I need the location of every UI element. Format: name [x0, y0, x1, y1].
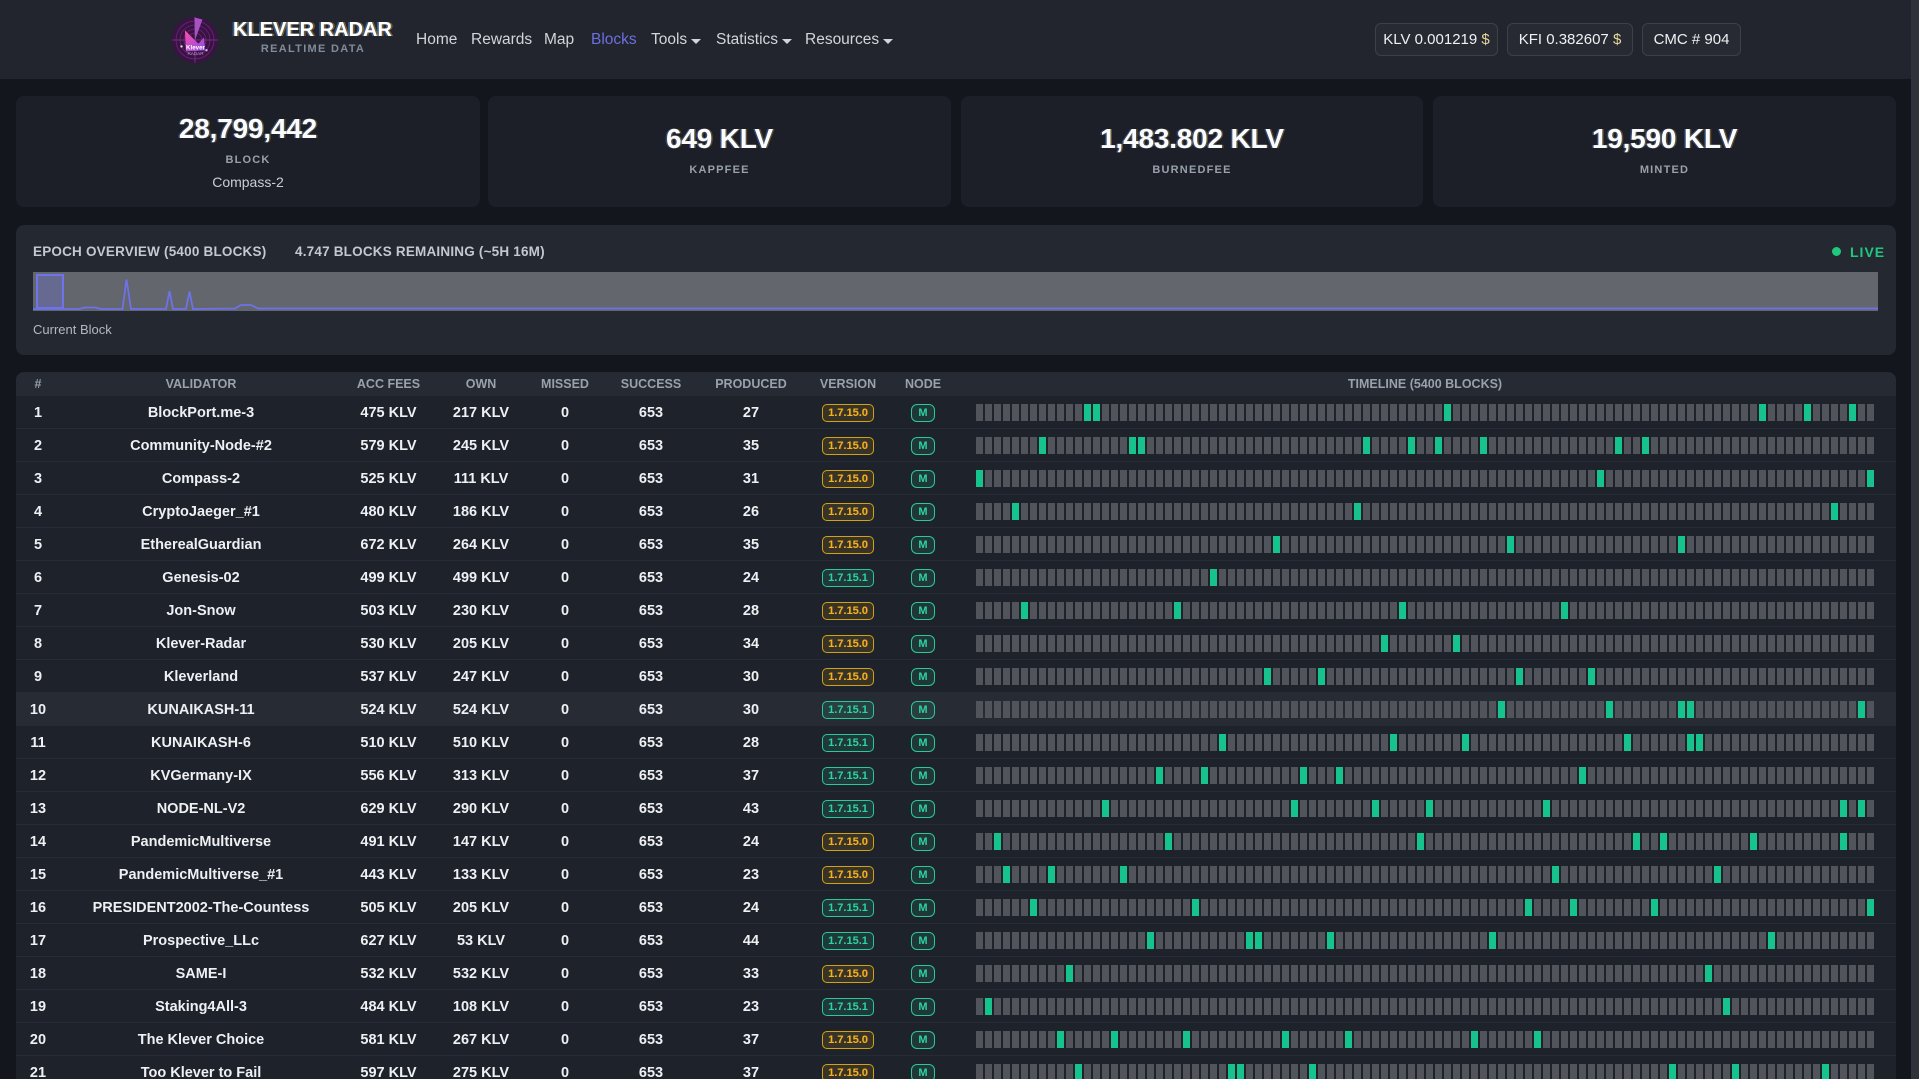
svg-text:RADAR: RADAR [187, 51, 204, 56]
